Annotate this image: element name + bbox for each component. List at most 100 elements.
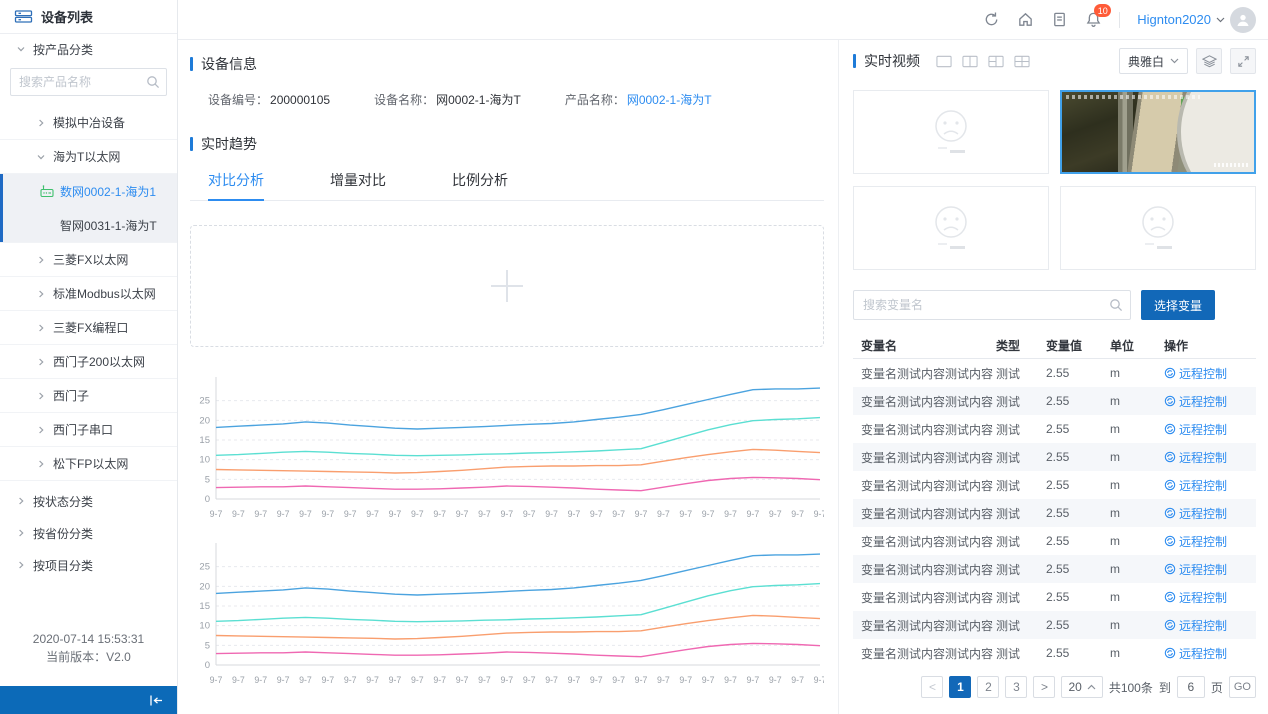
fullscreen-button[interactable] — [1230, 48, 1256, 74]
add-chart-placeholder[interactable] — [190, 225, 824, 347]
svg-text:9-7: 9-7 — [679, 675, 692, 685]
table-row: 变量名测试内容测试内容测试2.55m远程控制 — [853, 527, 1256, 555]
remote-control-icon — [1164, 535, 1176, 547]
cell-type: 测试 — [996, 365, 1046, 382]
video-cell-2[interactable] — [1060, 90, 1256, 174]
trend-chart-1: 05101520259-79-79-79-79-79-79-79-79-79-7… — [190, 373, 824, 525]
cell-variable-name: 变量名测试内容测试内容 — [861, 617, 996, 634]
prev-page-button[interactable]: < — [921, 676, 943, 698]
remote-control-link[interactable]: 远程控制 — [1164, 477, 1248, 494]
sidebar-group[interactable]: 西门子 — [0, 379, 177, 413]
main-area: 10 Hignton2020 设备信息 设备编号：200 — [178, 0, 1268, 714]
sidebar-group[interactable]: 三菱FX以太网 — [0, 243, 177, 277]
product-name-link[interactable]: 网0002-1-海为T — [627, 93, 712, 107]
group-label: 西门子200以太网 — [53, 353, 145, 370]
collapse-icon[interactable] — [148, 694, 165, 707]
refresh-icon[interactable] — [983, 11, 1000, 28]
page-button-3[interactable]: 3 — [1005, 676, 1027, 698]
remote-control-link[interactable]: 远程控制 — [1164, 393, 1248, 410]
group-label: 标准Modbus以太网 — [53, 285, 156, 302]
variable-search-input[interactable] — [853, 290, 1131, 320]
jump-page-input[interactable] — [1177, 676, 1205, 698]
svg-text:9-7: 9-7 — [389, 509, 402, 519]
caret-down-icon — [1216, 17, 1225, 23]
chevron-right-icon — [36, 118, 46, 128]
layout-3-icon[interactable] — [988, 55, 1004, 68]
cell-variable-name: 变量名测试内容测试内容 — [861, 561, 996, 578]
video-cell-3[interactable] — [853, 186, 1049, 270]
variable-search-row: 选择变量 — [853, 290, 1256, 320]
remote-control-link[interactable]: 远程控制 — [1164, 505, 1248, 522]
sidebar-group[interactable]: 西门子串口 — [0, 413, 177, 447]
layout-2-icon[interactable] — [962, 55, 978, 68]
svg-text:9-7: 9-7 — [254, 509, 267, 519]
svg-text:9-7: 9-7 — [657, 675, 670, 685]
product-search-input[interactable] — [10, 68, 167, 96]
svg-text:20: 20 — [199, 415, 210, 426]
remote-control-link[interactable]: 远程控制 — [1164, 365, 1248, 382]
video-cell-4[interactable] — [1060, 186, 1256, 270]
cell-unit: m — [1110, 590, 1164, 604]
title-bar-accent — [190, 57, 193, 71]
tab-increment-compare[interactable]: 增量对比 — [330, 162, 386, 200]
cell-type: 测试 — [996, 421, 1046, 438]
sidebar-group[interactable]: 标准Modbus以太网 — [0, 277, 177, 311]
cell-unit: m — [1110, 422, 1164, 436]
document-icon[interactable] — [1051, 11, 1068, 28]
device-list-icon — [14, 9, 33, 24]
tab-compare-analysis[interactable]: 对比分析 — [208, 162, 264, 201]
home-icon[interactable] — [1017, 11, 1034, 28]
sidebar-category-product[interactable]: 按产品分类 — [0, 34, 177, 64]
page-button-1[interactable]: 1 — [949, 676, 971, 698]
app-root: 设备列表 按产品分类 模拟中冶设备海为T以太网数网0002-1-海为1智网003… — [0, 0, 1268, 714]
group-label: 三菱FX以太网 — [53, 251, 128, 268]
layers-icon — [1202, 54, 1217, 68]
layout-1-icon[interactable] — [936, 55, 952, 68]
sidebar-category[interactable]: 按省份分类 — [0, 517, 177, 549]
video-header: 实时视频 典雅白 — [853, 48, 1256, 74]
user-menu[interactable]: Hignton2020 — [1137, 7, 1256, 33]
sidebar-category[interactable]: 按状态分类 — [0, 485, 177, 517]
remote-control-link[interactable]: 远程控制 — [1164, 533, 1248, 550]
remote-control-link[interactable]: 远程控制 — [1164, 421, 1248, 438]
page-button-2[interactable]: 2 — [977, 676, 999, 698]
sidebar-group[interactable]: 西门子200以太网 — [0, 345, 177, 379]
svg-text:9-7: 9-7 — [724, 509, 737, 519]
sidebar-group[interactable]: 模拟中冶设备 — [0, 106, 177, 140]
variable-search — [853, 290, 1131, 320]
remote-control-link[interactable]: 远程控制 — [1164, 589, 1248, 606]
chevron-right-icon — [36, 459, 46, 469]
sidebar-item-device[interactable]: 数网0002-1-海为1 — [0, 174, 177, 208]
next-page-button[interactable]: > — [1033, 676, 1055, 698]
notifications-button[interactable]: 10 — [1085, 11, 1102, 28]
avatar[interactable] — [1230, 7, 1256, 33]
svg-text:9-7: 9-7 — [456, 509, 469, 519]
layout-4-icon[interactable] — [1014, 55, 1030, 68]
layers-button[interactable] — [1196, 48, 1222, 74]
remote-control-link[interactable]: 远程控制 — [1164, 645, 1248, 662]
device-panel: 设备信息 设备编号：200000105 设备名称：网0002-1-海为T 产品名… — [178, 40, 838, 714]
theme-select[interactable]: 典雅白 — [1119, 48, 1188, 74]
sidebar: 设备列表 按产品分类 模拟中冶设备海为T以太网数网0002-1-海为1智网003… — [0, 0, 178, 714]
video-cell-1[interactable] — [853, 90, 1049, 174]
page-buttons: 123 — [949, 676, 1027, 698]
cell-variable-name: 变量名测试内容测试内容 — [861, 365, 996, 382]
sidebar-footer: 2020-07-14 15:53:31 当前版本：V2.0 — [0, 630, 177, 666]
sidebar-group[interactable]: 松下FP以太网 — [0, 447, 177, 481]
footer-timestamp: 2020-07-14 15:53:31 — [0, 630, 177, 648]
go-button[interactable]: GO — [1229, 676, 1256, 698]
remote-control-link[interactable]: 远程控制 — [1164, 561, 1248, 578]
svg-text:10: 10 — [199, 621, 210, 632]
sidebar-category[interactable]: 按项目分类 — [0, 549, 177, 581]
sidebar-group[interactable]: 三菱FX编程口 — [0, 311, 177, 345]
jump-label: 到 — [1159, 679, 1171, 696]
trend-title: 实时趋势 — [190, 134, 824, 154]
page-size-select[interactable]: 20 — [1061, 676, 1102, 698]
sidebar-item-device[interactable]: 智网0031-1-海为T — [0, 208, 177, 242]
tab-ratio-analysis[interactable]: 比例分析 — [452, 162, 508, 200]
remote-control-link[interactable]: 远程控制 — [1164, 449, 1248, 466]
sidebar-group[interactable]: 海为T以太网 — [0, 140, 177, 174]
remote-control-link[interactable]: 远程控制 — [1164, 617, 1248, 634]
select-variable-button[interactable]: 选择变量 — [1141, 290, 1215, 320]
chevron-right-icon — [16, 560, 26, 570]
